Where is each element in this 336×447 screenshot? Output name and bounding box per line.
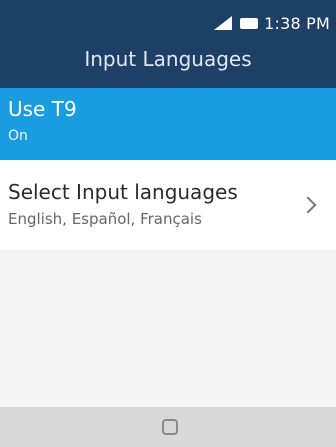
page-title: Input Languages [84,47,252,71]
signal-icon [214,16,233,30]
setting-use-t9[interactable]: Use T9 On [0,88,336,160]
setting-title: Select Input languages [8,180,238,204]
softkey-bar [0,407,336,447]
setting-select-input-languages[interactable]: Select Input languages English, Español,… [0,160,336,250]
status-right: 1:38 PM [214,12,330,34]
setting-value: English, Español, Français [8,210,202,228]
header: Input Languages [0,46,336,88]
status-time: 1:38 PM [264,13,330,33]
status-bar: 1:38 PM [0,0,336,46]
chevron-right-icon [299,196,317,214]
home-icon[interactable] [162,419,178,435]
setting-value: On [8,128,28,144]
setting-title: Use T9 [8,97,77,121]
battery-icon [240,17,259,29]
